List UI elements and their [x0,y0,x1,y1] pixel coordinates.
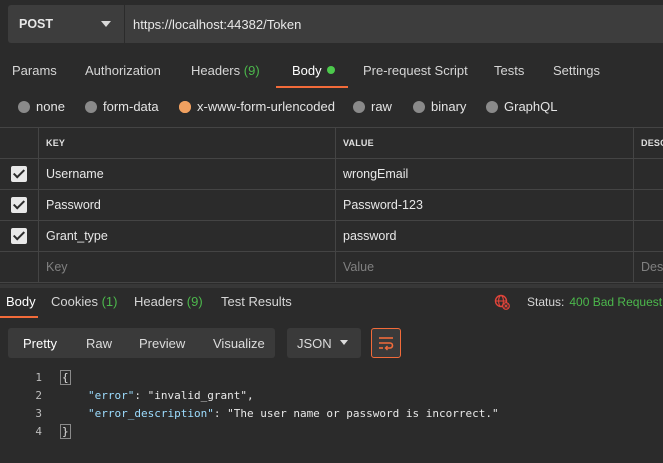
wrap-lines-button[interactable] [371,328,401,358]
key-cell[interactable]: Username [39,159,336,189]
request-tabs: Params Authorization Headers (9) Body Pr… [0,58,663,88]
url-input[interactable]: https://localhost:44382/Token [125,5,663,43]
view-mode-group: Pretty Raw Preview Visualize [8,328,275,358]
chevron-down-icon [101,21,111,27]
column-header-value: VALUE [336,128,634,158]
response-tab-headers[interactable]: Headers (9) [134,294,203,309]
checkbox[interactable] [11,228,27,244]
new-description-input[interactable]: Des [634,252,663,282]
json-key: "error" [88,388,135,402]
line-number: 4 [35,424,42,438]
tab-tests[interactable]: Tests [494,63,524,78]
radio-circle-icon [413,100,425,113]
view-visualize-button[interactable]: Visualize [213,328,265,358]
value-cell[interactable]: wrongEmail [336,159,634,189]
tab-body[interactable]: Body [292,63,335,78]
json-key: "error_description" [88,406,214,420]
line-number: 3 [35,406,42,420]
radio-selected-icon [179,100,191,113]
response-tab-body[interactable]: Body [6,294,36,309]
tab-headers[interactable]: Headers (9) [191,63,260,78]
json-value: "invalid_grant", [147,388,254,402]
row-check-cell [0,159,39,189]
radio-circle-icon [486,100,498,113]
key-cell[interactable]: Grant_type [39,221,336,251]
description-cell[interactable] [634,159,663,189]
line-number: 2 [35,388,42,402]
table-row: Password Password-123 [0,190,663,221]
radio-x-www-form-urlencoded[interactable]: x-www-form-urlencoded [179,99,335,114]
headers-count: (9) [243,63,260,78]
description-cell[interactable] [634,221,663,251]
status-badge[interactable]: 400 Bad Request [569,295,662,309]
code-line: 3 "error_description": "The user name or… [35,406,499,420]
method-label: POST [19,17,54,31]
tab-params[interactable]: Params [12,63,57,78]
radio-none[interactable]: none [18,99,65,114]
tab-settings[interactable]: Settings [553,63,600,78]
view-raw-button[interactable]: Raw [86,328,112,358]
open-brace: { [60,369,71,385]
row-check-cell [0,252,39,282]
status-label: Status: [527,295,565,309]
format-select[interactable]: JSON [287,328,361,358]
code-line: 1 { [0,368,663,386]
active-response-tab-indicator [0,316,38,318]
new-value-input[interactable]: Value [336,252,634,282]
format-select-value: JSON [297,335,332,351]
response-tab-cookies[interactable]: Cookies (1) [51,294,117,309]
value-cell[interactable]: Password-123 [336,190,634,220]
radio-binary[interactable]: binary [413,99,466,114]
new-key-input[interactable]: Key [39,252,336,282]
tab-authorization[interactable]: Authorization [85,63,161,78]
response-headers-count: (9) [186,294,203,309]
view-pretty-button[interactable]: Pretty [23,328,57,358]
radio-form-data[interactable]: form-data [85,99,159,114]
body-type-radios: none form-data x-www-form-urlencoded raw… [0,96,663,120]
table-row: Username wrongEmail [0,159,663,190]
chevron-down-icon [340,340,348,345]
view-preview-button[interactable]: Preview [139,328,185,358]
line-number: 1 [35,370,42,384]
wrap-lines-icon [379,337,394,351]
modified-dot-icon [326,66,335,74]
globe-error-icon[interactable] [494,294,510,310]
response-tab-test-results[interactable]: Test Results [221,294,292,309]
method-select[interactable]: POST [8,5,124,43]
checkbox[interactable] [11,166,27,182]
code-line: 4 } [0,422,663,440]
radio-graphql[interactable]: GraphQL [486,99,557,114]
active-tab-indicator [276,86,348,88]
radio-circle-icon [85,100,97,113]
radio-circle-icon [353,100,365,113]
url-text: https://localhost:44382/Token [133,16,302,32]
params-table: KEY VALUE DESCR Username wrongEmail Pass… [0,127,663,283]
value-cell[interactable]: password [336,221,634,251]
response-status: Status: 400 Bad Request [494,294,662,310]
cookies-count: (1) [101,294,118,309]
table-header: KEY VALUE DESCR [0,128,663,159]
code-line: 2 "error": "invalid_grant", [35,388,254,402]
table-row-new: Key Value Des [0,252,663,283]
row-check-cell [0,190,39,220]
json-value: "The user name or password is incorrect.… [227,406,499,420]
tab-pre-request-script[interactable]: Pre-request Script [363,63,468,78]
response-body-code: 1 { 2 "error": "invalid_grant", 3 "error… [0,366,663,463]
radio-raw[interactable]: raw [353,99,392,114]
radio-circle-icon [18,100,30,113]
key-cell[interactable]: Password [39,190,336,220]
close-brace: } [60,423,71,439]
row-check-cell [0,221,39,251]
column-header-key: KEY [39,128,336,158]
description-cell[interactable] [634,190,663,220]
column-header-description: DESCR [641,138,663,148]
request-bar: POST https://localhost:44382/Token [0,0,663,48]
table-row: Grant_type password [0,221,663,252]
header-check-cell [0,128,39,158]
checkbox[interactable] [11,197,27,213]
